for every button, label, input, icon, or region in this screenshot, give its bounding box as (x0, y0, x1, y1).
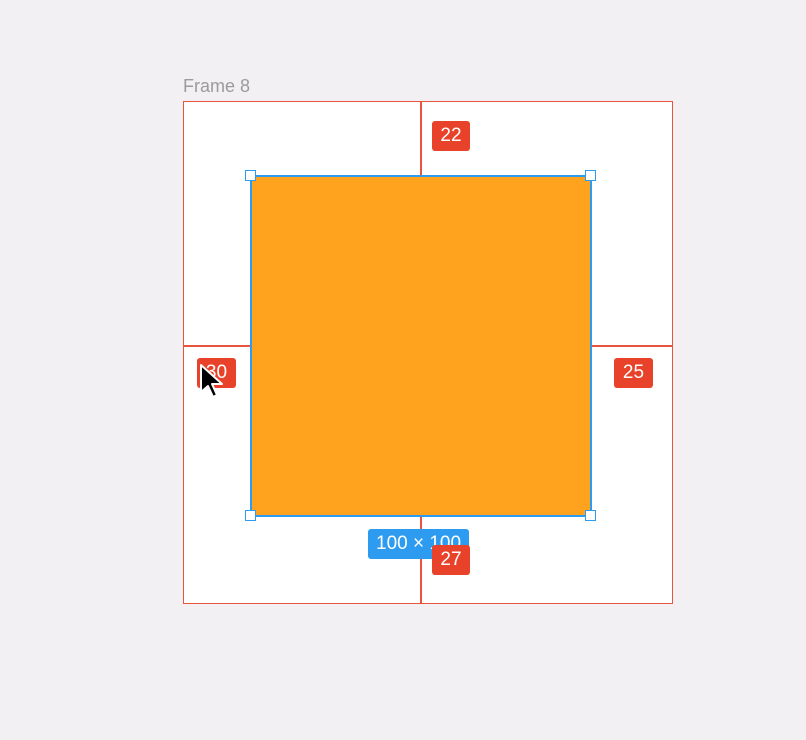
spacing-guide-right (591, 345, 673, 347)
frame-name-label[interactable]: Frame 8 (183, 75, 250, 97)
spacing-guide-top (420, 101, 422, 175)
selected-rectangle[interactable] (250, 175, 591, 516)
selection-edge-left (250, 175, 252, 516)
selection-edge-bottom (250, 515, 591, 517)
resize-handle-top-right[interactable] (585, 170, 596, 181)
resize-handle-bottom-left[interactable] (245, 510, 256, 521)
resize-handle-bottom-right[interactable] (585, 510, 596, 521)
selection-edge-right (590, 175, 592, 516)
arrow-cursor-icon (200, 364, 223, 398)
spacing-badge-bottom: 27 (432, 545, 470, 575)
design-canvas[interactable]: Frame 8 22 30 25 100 × 100 27 (0, 0, 806, 740)
selection-edge-top (250, 175, 591, 177)
spacing-badge-right: 25 (614, 358, 653, 388)
resize-handle-top-left[interactable] (245, 170, 256, 181)
spacing-guide-left (183, 345, 250, 347)
spacing-badge-top: 22 (432, 121, 470, 151)
